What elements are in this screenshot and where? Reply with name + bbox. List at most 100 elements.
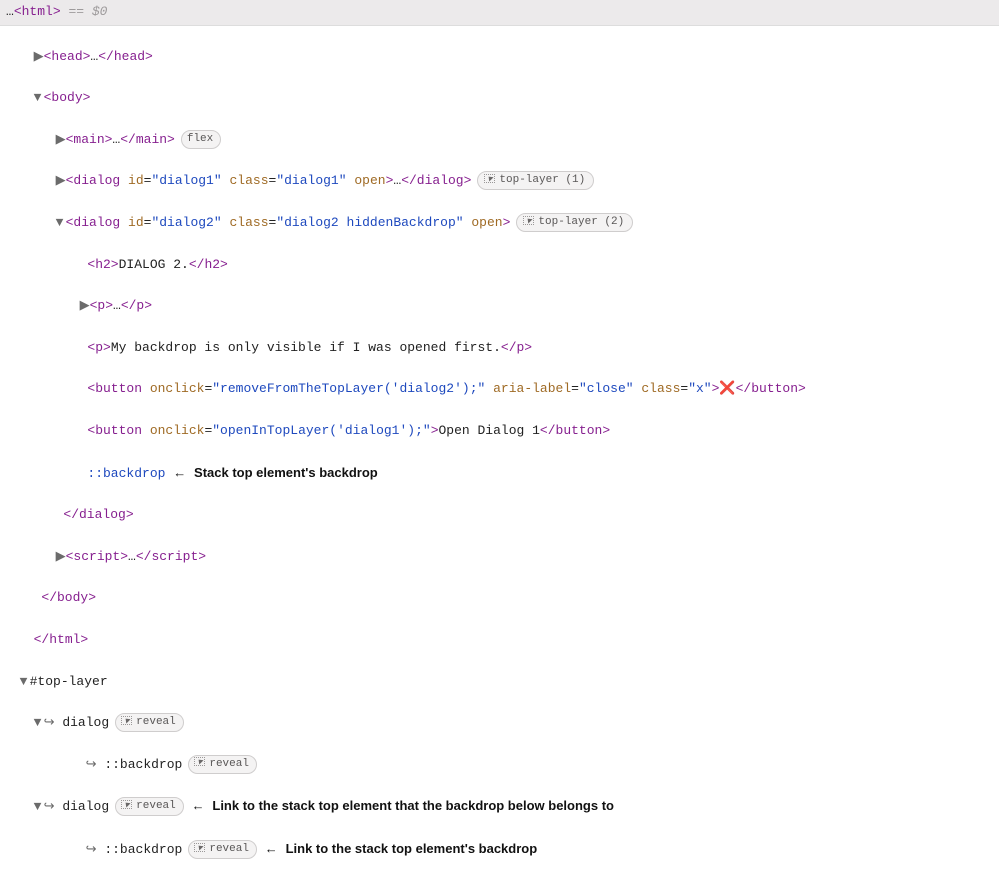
- left-arrow-icon: ←: [192, 798, 205, 813]
- ellipsis-icon: …: [113, 298, 121, 313]
- pseudo-backdrop: ::backdrop: [87, 466, 165, 481]
- tag-body-close: </body>: [41, 590, 96, 605]
- reveal-button[interactable]: reveal: [115, 713, 184, 732]
- top-layer-header: #top-layer: [30, 674, 108, 689]
- scroll-into-view-icon: [194, 843, 205, 852]
- tag-html-close: </html>: [34, 632, 89, 647]
- tag-h2-close: </h2>: [189, 257, 228, 272]
- dom-row-button-open-dialog1[interactable]: <button onclick="openInTopLayer('dialog1…: [0, 400, 999, 442]
- badge-label: reveal: [136, 800, 176, 812]
- tag-p-open: <p>: [87, 340, 110, 355]
- attr-onclick-value: "openInTopLayer('dialog1');": [212, 423, 430, 438]
- top-layer-backdrop-label: ::backdrop: [104, 842, 182, 857]
- collapse-icon[interactable]: ▼: [34, 713, 44, 734]
- attr-onclick: onclick: [150, 423, 205, 438]
- collapse-icon[interactable]: ▼: [20, 672, 30, 693]
- tag-close-bracket: >: [431, 423, 439, 438]
- tag-button-close: </button>: [736, 381, 806, 396]
- top-layer-dialog-label: dialog: [62, 799, 109, 814]
- tag-button-open: <button: [87, 381, 142, 396]
- tag-body-open: <body>: [44, 90, 91, 105]
- badge-label: reveal: [209, 758, 249, 770]
- tag-button-close: </button>: [540, 423, 610, 438]
- left-arrow-icon: ←: [173, 465, 186, 480]
- attr-class-value: "dialog1": [276, 173, 346, 188]
- attr-onclick-value: "removeFromTheTopLayer('dialog2');": [212, 381, 485, 396]
- attr-class-value: "x": [688, 381, 711, 396]
- close-icon: ❌: [719, 381, 735, 396]
- expand-icon[interactable]: ▶: [34, 47, 44, 68]
- reveal-button[interactable]: reveal: [115, 797, 184, 816]
- expand-icon[interactable]: ▶: [80, 296, 90, 317]
- dom-row-h2[interactable]: <h2>DIALOG 2.</h2>: [0, 234, 999, 276]
- button-text: Open Dialog 1: [439, 423, 540, 438]
- tag-dialog-close: </dialog>: [401, 173, 471, 188]
- tag-p-close: </p>: [501, 340, 532, 355]
- top-layer-backdrop-label: ::backdrop: [104, 757, 182, 772]
- scroll-into-view-icon: [121, 800, 132, 809]
- tag-head-close: </head>: [98, 49, 153, 64]
- tag-head-open: <head>: [44, 49, 91, 64]
- p-text: My backdrop is only visible if I was ope…: [111, 340, 501, 355]
- dom-row-body-open[interactable]: ▼<body>: [0, 67, 999, 109]
- tag-h2-open: <h2>: [87, 257, 118, 272]
- top-layer-dialog-row-2[interactable]: ▼↪ dialog reveal ← Link to the stack top …: [0, 775, 999, 818]
- flex-badge[interactable]: flex: [181, 130, 221, 149]
- attr-class: class: [229, 173, 268, 188]
- reveal-button[interactable]: reveal: [188, 755, 257, 774]
- link-arrow-icon: ↪: [86, 842, 97, 857]
- tag-main-close: </main>: [120, 132, 175, 147]
- dom-row-html-close[interactable]: </html>: [0, 609, 999, 651]
- attr-class: class: [229, 215, 268, 230]
- expand-icon[interactable]: ▶: [56, 547, 66, 568]
- dom-row-p-text[interactable]: <p>My backdrop is only visible if I was …: [0, 317, 999, 359]
- top-layer-header-row[interactable]: ▼#top-layer: [0, 651, 999, 693]
- left-arrow-icon: ←: [265, 841, 278, 856]
- tag-p-close: </p>: [121, 298, 152, 313]
- dom-row-dialog2-open[interactable]: ▼<dialog id="dialog2" class="dialog2 hid…: [0, 192, 999, 234]
- selected-expr: == $0: [68, 4, 107, 19]
- dom-row-dialog1[interactable]: ▶<dialog id="dialog1" class="dialog1" op…: [0, 151, 999, 193]
- collapse-icon[interactable]: ▼: [56, 213, 66, 234]
- badge-label: top-layer (2): [538, 216, 624, 228]
- selected-element-bar: …<html> == $0: [0, 0, 999, 26]
- top-layer-badge-2[interactable]: top-layer (2): [516, 213, 633, 232]
- expand-icon[interactable]: ▶: [56, 171, 66, 192]
- badge-label: reveal: [136, 716, 176, 728]
- dom-row-main[interactable]: ▶<main>…</main>flex: [0, 109, 999, 151]
- tag-script-close: </script>: [136, 549, 206, 564]
- annotation-text: Link to the stack top element's backdrop: [286, 841, 538, 856]
- dom-row-body-close[interactable]: </body>: [0, 568, 999, 610]
- link-arrow-icon: ↪: [44, 799, 55, 814]
- scroll-into-view-icon: [194, 757, 205, 766]
- scroll-into-view-icon: [484, 174, 495, 183]
- top-layer-badge-1[interactable]: top-layer (1): [477, 171, 594, 190]
- scroll-into-view-icon: [523, 216, 534, 225]
- collapse-icon[interactable]: ▼: [34, 797, 44, 818]
- dom-row-head[interactable]: ▶<head>…</head>: [0, 26, 999, 68]
- attr-id: id: [128, 215, 144, 230]
- dom-row-p-collapsed[interactable]: ▶<p>…</p>: [0, 275, 999, 317]
- dom-row-button-close[interactable]: <button onclick="removeFromTheTopLayer('…: [0, 359, 999, 401]
- reveal-button[interactable]: reveal: [188, 840, 257, 859]
- tag-button-open: <button: [87, 423, 142, 438]
- attr-aria-label: aria-label: [493, 381, 571, 396]
- attr-class: class: [641, 381, 680, 396]
- collapse-icon[interactable]: ▼: [34, 88, 44, 109]
- dom-row-dialog2-close[interactable]: </dialog>: [0, 484, 999, 526]
- annotation-text: Link to the stack top element that the b…: [212, 798, 614, 813]
- badge-label: top-layer (1): [499, 174, 585, 186]
- top-layer-backdrop-row-2[interactable]: ↪ ::backdrop reveal ← Link to the stack t…: [0, 818, 999, 861]
- tag-dialog-close: </dialog>: [63, 507, 133, 522]
- dom-row-script[interactable]: ▶<script>…</script>: [0, 526, 999, 568]
- expand-icon[interactable]: ▶: [56, 130, 66, 151]
- link-arrow-icon: ↪: [86, 757, 97, 772]
- tag-html[interactable]: <html>: [14, 4, 61, 19]
- top-layer-dialog-row-1[interactable]: ▼↪ dialogreveal: [0, 692, 999, 734]
- ellipsis-icon: …: [128, 549, 136, 564]
- attr-onclick: onclick: [150, 381, 205, 396]
- dom-row-backdrop-pseudo[interactable]: ::backdrop ← Stack top element's backdro…: [0, 442, 999, 485]
- tag-main-open: <main>: [66, 132, 113, 147]
- truncation-ellipsis: …: [6, 4, 14, 19]
- top-layer-backdrop-row-1[interactable]: ↪ ::backdrop reveal: [0, 734, 999, 776]
